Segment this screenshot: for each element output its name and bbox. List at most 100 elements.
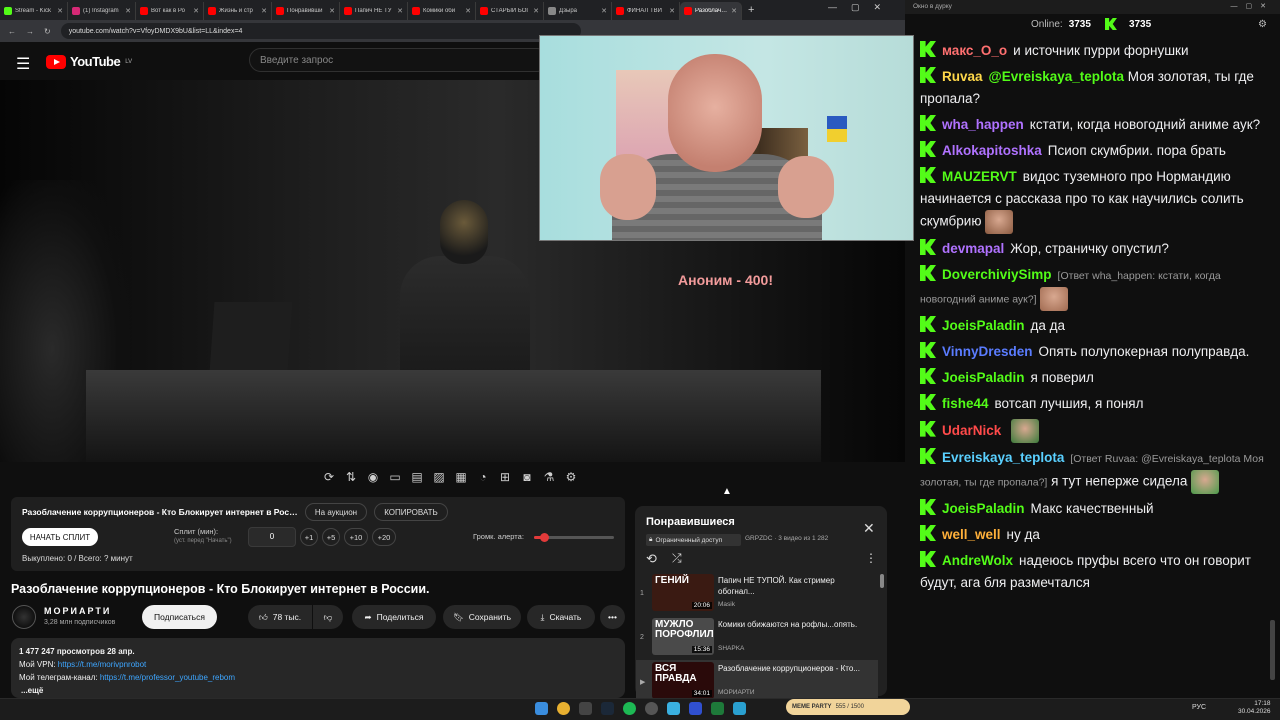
search-input[interactable]: Введите запрос [249,48,549,72]
youtube-logo[interactable]: YouTube LV [46,54,132,69]
chat-username[interactable]: wha_happen [942,117,1024,132]
playlist-scrollbar[interactable] [880,574,884,588]
channel-avatar[interactable] [12,605,36,629]
tab-close-icon[interactable]: ✕ [533,7,539,15]
add-20-button[interactable]: +20 [372,528,396,546]
close-icon[interactable]: ✕ [863,520,875,537]
tab-close-icon[interactable]: ✕ [125,7,131,15]
repeat-icon[interactable]: ⟲ [646,551,657,567]
tab-close-icon[interactable]: ✕ [57,7,63,15]
chat-window-controls[interactable]: —▢✕ [1231,2,1274,10]
copy-button[interactable]: КОПИРОВАТЬ [374,503,448,521]
telegram-link[interactable]: https://t.me/professor_youtube_rebom [100,673,235,682]
loop-icon[interactable]: ⟳ [322,470,337,484]
browser-tab[interactable]: (1) Instagram ✕ [68,2,136,20]
chat-username[interactable]: devmapal [942,241,1004,256]
film-icon[interactable]: ▤ [410,470,425,484]
alert-volume-knob[interactable] [539,533,549,542]
sort-icon[interactable]: ⇅ [344,470,359,484]
flask-icon[interactable]: ⚗ [542,470,557,484]
playlist-item[interactable]: 2 МУЖЛО ПОРОФЛИЛА 15:36 Комики обижаются на… [636,616,878,660]
vpn-link[interactable]: https://t.me/morivpnrobot [58,660,146,669]
app-icon-6[interactable] [645,702,658,715]
browser-tab[interactable]: ФИНАЛ ТВИ ✕ [612,2,680,20]
add-5-button[interactable]: +5 [322,528,340,546]
chat-message-list[interactable]: макс_О_о и источник пурри форнушки Ruvaa @E… [910,38,1280,690]
add-1-button[interactable]: +1 [300,528,318,546]
browser-tab[interactable]: Комики оби ✕ [408,2,476,20]
tab-close-icon[interactable]: ✕ [601,7,607,15]
gear-icon[interactable]: ⚙ [564,470,579,484]
url-field[interactable]: youtube.com/watch?v=VfoyDMDX9bU&list=LL&… [60,23,581,39]
alert-volume-slider[interactable] [534,533,614,542]
chat-username[interactable]: well_well [942,527,1001,542]
chat-username[interactable]: VinnyDresden [942,344,1033,359]
show-more-link[interactable]: ...ещё [19,684,617,697]
shuffle-icon[interactable]: ⤮ [672,551,682,566]
chrome-icon[interactable] [557,702,570,715]
maximize-button[interactable]: ▢ [851,2,860,13]
browser-tab[interactable]: Жизнь и стр ✕ [204,2,272,20]
steam-icon[interactable] [601,702,614,715]
chat-mention[interactable]: @Evreiskaya_teplota [989,69,1125,84]
subscribe-button[interactable]: Подписаться [142,605,217,629]
image-icon[interactable]: ▨ [432,470,447,484]
clock[interactable]: 17:18 30.04.2026 [1238,700,1271,716]
browser-tab[interactable]: Вот как в Ро ✕ [136,2,204,20]
tab-close-icon[interactable]: ✕ [465,7,471,15]
frame-icon[interactable]: ▦ [454,470,469,484]
chat-username[interactable]: UdarNick [942,423,1001,438]
speed-icon[interactable]: ◔ [476,470,491,484]
telegram-icon[interactable] [667,702,680,715]
channel-name[interactable]: МОРИАРТИ [44,606,111,616]
browser-tab[interactable]: Stream - Kick ✕ [0,2,68,20]
new-tab-icon[interactable]: + [742,4,760,16]
tab-close-icon[interactable]: ✕ [669,7,675,15]
chat-username[interactable]: JoeisPaladin [942,318,1025,333]
spotify-icon[interactable] [623,702,636,715]
like-button[interactable]: 👍︎ 78 тыс. [248,605,312,629]
playlist-menu-icon[interactable]: ⋮ [865,551,877,565]
chat-username[interactable]: JoeisPaladin [942,370,1025,385]
more-actions-button[interactable]: ••• [600,605,625,629]
camera-icon[interactable]: ◙ [520,470,535,484]
video-cam-icon[interactable]: ▭ [388,470,403,484]
explorer-icon[interactable] [579,702,592,715]
chat-scrollbar[interactable] [1270,620,1275,680]
chat-username[interactable]: fishe44 [942,396,989,411]
add-box-icon[interactable]: ⊞ [498,470,513,484]
media-player-icon[interactable] [689,702,702,715]
split-minutes-input[interactable]: 0 [248,527,296,547]
back-icon[interactable]: ← [8,27,16,36]
minimize-button[interactable]: — [828,2,837,13]
browser-tab[interactable]: СТАРЫЙ БОГ ✕ [476,2,544,20]
chat-username[interactable]: макс_О_о [942,43,1007,58]
close-window-button[interactable]: ✕ [874,2,882,13]
windows-start-icon[interactable] [535,702,548,715]
share-button[interactable]: ➦ Поделиться [352,605,436,629]
auction-button[interactable]: На аукцион [305,503,367,521]
browser-tab[interactable]: Папич НЕ ТУ ✕ [340,2,408,20]
reload-icon[interactable]: ↻ [44,27,51,36]
tab-close-icon[interactable]: ✕ [397,7,403,15]
browser-tab[interactable]: Дзыра ✕ [544,2,612,20]
browser-tab[interactable]: Понравивши ✕ [272,2,340,20]
forward-icon[interactable]: → [26,27,34,36]
video-description[interactable]: 1 477 247 просмотров 28 апр. Мой VPN: ht… [11,638,625,698]
dislike-button[interactable]: 👎︎ [313,605,343,629]
tab-close-icon[interactable]: ✕ [261,7,267,15]
chat-username[interactable]: MAUZERVT [942,169,1017,184]
chat-username[interactable]: Alkokapitoshka [942,143,1042,158]
playlist-title[interactable]: Понравившиеся [646,516,735,528]
chat-username[interactable]: AndreWolx [942,553,1013,568]
tab-close-icon[interactable]: ✕ [193,7,199,15]
tab-close-icon[interactable]: ✕ [329,7,335,15]
menu-icon[interactable]: ☰ [16,54,30,74]
tab-close-icon[interactable]: ✕ [731,7,737,15]
chat-settings-icon[interactable]: ⚙ [1258,19,1267,30]
meme-party-widget[interactable]: MEME PARTY 555 / 1500 [786,699,910,715]
start-split-button[interactable]: НАЧАТЬ СПЛИТ [22,528,98,546]
app-icon-10[interactable] [733,702,746,715]
add-10-button[interactable]: +10 [344,528,368,546]
language-indicator[interactable]: РУС [1192,704,1206,711]
